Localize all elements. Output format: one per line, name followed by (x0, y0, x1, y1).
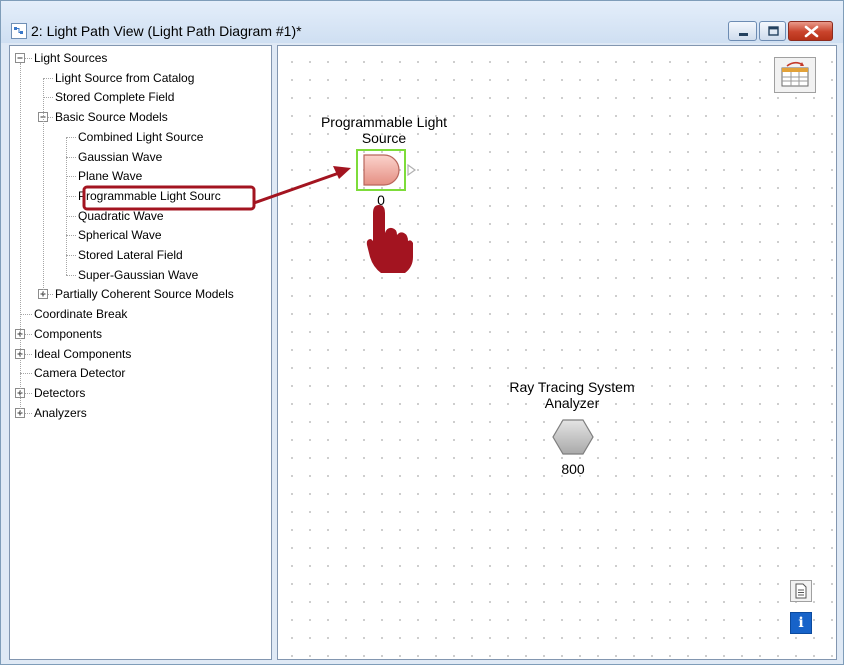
tree-connector-line (66, 274, 76, 276)
tree-item-label: Analyzers (34, 405, 87, 420)
light-source-component[interactable] (356, 149, 417, 191)
window-title: 2: Light Path View (Light Path Diagram #… (31, 23, 302, 39)
tree-item[interactable]: Programmable Light Sourc (10, 187, 269, 205)
tree-connector-line (66, 136, 76, 138)
tree-item[interactable]: Spherical Wave (10, 226, 269, 244)
table-view-button[interactable] (774, 57, 816, 93)
tree-item-label: Basic Source Models (55, 110, 168, 125)
tree-connector-line (20, 373, 32, 375)
tree-item-label: Stored Complete Field (55, 90, 175, 105)
maximize-button[interactable] (759, 21, 786, 41)
tree-item-label: Combined Light Source (78, 129, 204, 144)
content-area: Light Sources Light Source from Catalog St… (9, 45, 837, 660)
document-button[interactable] (790, 580, 812, 602)
tree-item-label: Quadratic Wave (78, 208, 164, 223)
document-icon (795, 583, 807, 599)
light-source-label: Programmable Light Source (320, 114, 448, 146)
tree-connector-line (66, 156, 76, 158)
tree-guide-line (43, 77, 44, 295)
tree-item-label: Coordinate Break (34, 307, 128, 322)
tree-item-label: Stored Lateral Field (78, 248, 183, 262)
analyzer-component[interactable] (551, 418, 595, 456)
tree-guide-line (20, 63, 21, 413)
close-button[interactable] (788, 21, 833, 41)
tree-item-label: Components (34, 326, 103, 341)
tree-connector-line (66, 255, 76, 256)
tree-item[interactable]: Basic Source Models (10, 108, 269, 126)
tree-item[interactable]: Super-Gaussian Wave (10, 266, 269, 284)
light-source-number: 0 (377, 192, 385, 208)
close-icon (804, 25, 819, 38)
tree-item[interactable]: Stored Complete Field (10, 88, 269, 106)
tree-item[interactable]: Quadratic Wave (10, 207, 269, 225)
maximize-icon (768, 26, 779, 36)
tree-item[interactable]: Stored Lateral Field (10, 246, 269, 264)
info-button[interactable]: i (790, 612, 812, 634)
tree-item[interactable]: Ideal Components (10, 345, 269, 363)
tree-connector-line (20, 314, 32, 316)
tree-connector-line (66, 176, 76, 178)
tree-item-label: Plane Wave (78, 169, 143, 184)
tree-item[interactable]: Partially Coherent Source Models (10, 285, 269, 303)
tree-connector-line (43, 97, 53, 99)
tree-item-label: Ideal Components (34, 346, 132, 361)
tree-item[interactable]: Analyzers (10, 404, 269, 422)
tree-item[interactable]: Camera Detector (10, 364, 269, 382)
tree-item[interactable]: Detectors (10, 384, 269, 402)
component-tree[interactable]: Light Sources Light Source from Catalog St… (9, 45, 272, 660)
tree-item-label: Camera Detector (34, 366, 126, 381)
tree-connector-line (66, 215, 76, 217)
tree-item[interactable]: Components (10, 325, 269, 343)
tree-item-label: Super-Gaussian Wave (78, 267, 199, 282)
analyzer-label: Ray Tracing System Analyzer (509, 379, 635, 411)
light-source-icon (356, 149, 417, 191)
tree-connector-line (66, 195, 76, 197)
tree-guide-line (66, 136, 67, 275)
tree-item-label: Detectors (34, 385, 86, 400)
tree-item-label: Programmable Light Sourc (78, 188, 221, 203)
tree-item[interactable]: Coordinate Break (10, 305, 269, 323)
tree-item-label: Light Source from Catalog (55, 70, 195, 85)
collapse-icon[interactable] (15, 53, 25, 63)
table-view-icon (781, 61, 809, 87)
title-bar[interactable]: 2: Light Path View (Light Path Diagram #… (1, 1, 843, 43)
minimize-button[interactable] (728, 21, 757, 41)
tree-connector-line (43, 77, 53, 79)
light-path-canvas[interactable]: Programmable Light Source 0 Ray Tracing … (277, 45, 837, 660)
minimize-icon (739, 33, 748, 36)
tree-item-label: Light Sources (34, 51, 108, 65)
tree-item-label: Spherical Wave (78, 228, 162, 243)
tree-item-label: Partially Coherent Source Models (55, 287, 234, 302)
tree-item[interactable]: Light Sources (10, 49, 269, 67)
analyzer-number: 800 (561, 461, 585, 477)
tree-connector-line (66, 235, 76, 237)
tree-item[interactable]: Light Source from Catalog (10, 69, 269, 87)
light-path-view-window: 2: Light Path View (Light Path Diagram #… (0, 0, 844, 665)
tree-item[interactable]: Plane Wave (10, 167, 269, 185)
tree-item[interactable]: Combined Light Source (10, 128, 269, 146)
analyzer-hexagon-icon (552, 419, 594, 455)
light-path-view-icon (11, 23, 27, 39)
tree-item[interactable]: Gaussian Wave (10, 148, 269, 166)
tree-item-label: Gaussian Wave (78, 149, 163, 164)
